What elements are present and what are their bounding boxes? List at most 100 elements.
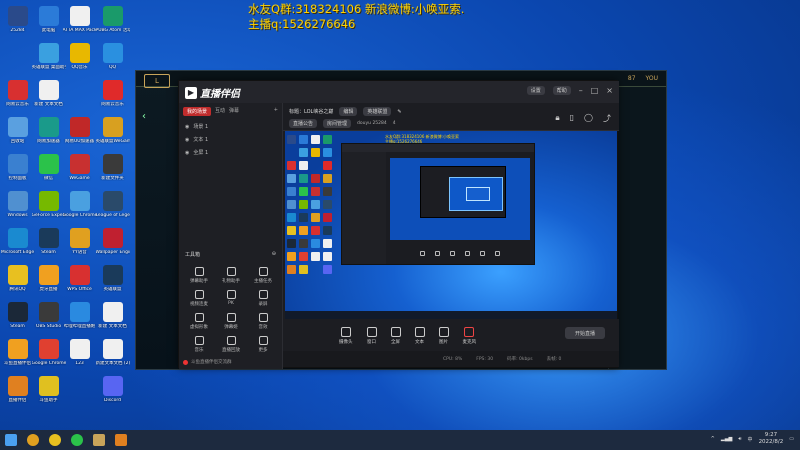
app-icon: [102, 154, 123, 174]
room-manage-button[interactable]: 房间管理: [323, 119, 352, 128]
control-window[interactable]: 窗口: [366, 327, 377, 345]
game-client-tab-1[interactable]: 87: [628, 75, 636, 82]
chrome-icon: [27, 434, 39, 446]
scene-item-3[interactable]: ◉ 全屏 1: [179, 146, 282, 159]
title-pill-help[interactable]: 帮助: [552, 86, 571, 95]
desktop-icon-label: 网易云音乐: [101, 102, 124, 107]
game-logo-icon[interactable]: L: [144, 74, 170, 88]
start-stream-button[interactable]: 开始直播: [565, 327, 605, 339]
tool-item[interactable]: 视频连麦: [183, 290, 215, 307]
notice-button[interactable]: 直播公告: [289, 119, 318, 128]
app-icon: [69, 339, 90, 359]
lock-icon[interactable]: 🔒︎: [555, 113, 559, 124]
maximize-icon[interactable]: □: [591, 86, 599, 95]
streamer-icon: [115, 434, 127, 446]
taskbar-league[interactable]: [88, 430, 110, 450]
tool-item[interactable]: 弹幕助手: [183, 267, 215, 284]
control-image[interactable]: 图片: [438, 327, 449, 345]
tab-scenes[interactable]: 我的场景: [183, 107, 212, 116]
eye-icon[interactable]: ◉: [185, 124, 189, 130]
chevron-up-icon[interactable]: ^: [711, 436, 715, 442]
taskbar-chrome[interactable]: [22, 430, 44, 450]
tool-item[interactable]: 虚拟形象: [183, 313, 215, 330]
control-fullscreen[interactable]: 全屏: [390, 327, 401, 345]
chevron-left-icon[interactable]: ‹: [142, 111, 146, 122]
app-icon: [38, 43, 59, 63]
category-select[interactable]: 英雄联盟: [363, 107, 392, 116]
edit-title-button[interactable]: 编辑: [339, 107, 358, 116]
minimize-icon[interactable]: –: [579, 86, 583, 95]
notification-icon[interactable]: ▭: [789, 436, 794, 442]
scene-item-2[interactable]: ◉ 文本 1: [179, 133, 282, 146]
windows-icon: [5, 434, 17, 446]
preview-icon: [311, 148, 320, 157]
tool-item[interactable]: 直播回放: [215, 336, 247, 353]
tool-item[interactable]: 礼物助手: [215, 267, 247, 284]
tool-icon: [194, 267, 204, 276]
preview-icon: [287, 148, 296, 157]
status-cpu: CPU: 8%: [443, 356, 463, 362]
desktop-icon-label: OBS Studio: [35, 324, 62, 329]
stream-overlay-text: 水友Q群:318324106 新浪微博:小唤亚索. 主播q:1526276646: [248, 2, 464, 32]
app-icon: [7, 339, 28, 359]
preview-app-titlebar: [342, 144, 534, 152]
network-icon[interactable]: ▂▄▆: [721, 436, 733, 442]
header-icons: 🔒︎ ▯ ◯ ⤴: [555, 113, 611, 124]
stream-preview[interactable]: 水友Q群:318324106 新浪微博:小唤亚索 主播q:1526276646: [285, 131, 617, 319]
preview-icon: [299, 187, 308, 196]
taskbar-qq[interactable]: [44, 430, 66, 450]
user-icon[interactable]: ◯: [584, 113, 593, 124]
control-mic[interactable]: 麦克风: [463, 327, 476, 345]
preview-icon: [287, 265, 296, 274]
window-icon: [366, 327, 377, 337]
tool-item[interactable]: 音效: [247, 313, 279, 330]
taskbar-wechat[interactable]: [66, 430, 88, 450]
desktop-icon-label: 英雄联盟: [103, 287, 122, 292]
tool-item[interactable]: 音乐: [183, 336, 215, 353]
share-icon[interactable]: ⤴: [603, 113, 611, 124]
toolbox-settings-icon[interactable]: ⊖: [272, 251, 276, 258]
streamer-app-window[interactable]: ▶ 直播伴侣 设置 帮助 – □ × 我的场景 互动 弹幕 + ◉ 场景 1 ◉…: [178, 80, 619, 369]
desktop-icon[interactable]: 直播伴侣: [2, 372, 33, 416]
group-note[interactable]: 斗鱼直播伴侣交流群: [183, 359, 232, 365]
title-buttons: 设置 帮助 – □ ×: [526, 86, 613, 95]
tool-item[interactable]: 弹幕姬: [215, 313, 247, 330]
preview-icon: [287, 226, 296, 235]
desktop-icon-label: 网易UU加速器: [64, 139, 95, 144]
preview-icon: [299, 252, 308, 261]
game-client-tab-2[interactable]: YOU: [646, 75, 658, 82]
tab-interact[interactable]: 互动: [215, 107, 225, 116]
eye-icon[interactable]: ◉: [185, 150, 189, 156]
edit-icon[interactable]: ✎: [397, 109, 401, 115]
tool-item[interactable]: 更多: [247, 336, 279, 353]
preview-icon: [323, 174, 332, 183]
preview-icon: [299, 135, 308, 144]
tool-icon: [194, 336, 204, 345]
add-scene-button[interactable]: +: [274, 107, 278, 116]
volume-icon[interactable]: 🔊︎: [738, 436, 741, 442]
desktop-icon[interactable]: Discord: [97, 372, 128, 416]
preview-recursive-2: [420, 166, 506, 218]
control-camera[interactable]: 摄像头: [339, 327, 353, 345]
clock[interactable]: 9:27 2022/8/2: [759, 432, 784, 446]
desktop-icon-label: QQ音乐: [71, 65, 88, 70]
scene-item-1[interactable]: ◉ 场景 1: [179, 120, 282, 133]
taskbar-streamer[interactable]: [110, 430, 132, 450]
ime-icon[interactable]: 中: [748, 436, 753, 443]
control-text[interactable]: 文本: [414, 327, 425, 345]
desktop-icon[interactable]: 斗鱼助手: [33, 372, 64, 416]
desktop-icon-label: 腾讯QQ: [9, 287, 26, 292]
desktop-icon-label: Google Chrome: [31, 361, 66, 366]
preview-icon: [287, 174, 296, 183]
title-pill-settings[interactable]: 设置: [526, 86, 545, 95]
mobile-icon[interactable]: ▯: [570, 113, 574, 124]
tool-item[interactable]: PK: [215, 290, 247, 307]
eye-icon[interactable]: ◉: [185, 137, 189, 143]
app-icon: [7, 154, 28, 174]
tab-danmaku[interactable]: 弹幕: [229, 107, 239, 116]
tool-item[interactable]: 录屏: [247, 290, 279, 307]
tool-icon: [194, 290, 204, 299]
close-icon[interactable]: ×: [606, 86, 613, 95]
start-button[interactable]: [0, 430, 22, 450]
tool-item[interactable]: 主播任务: [247, 267, 279, 284]
